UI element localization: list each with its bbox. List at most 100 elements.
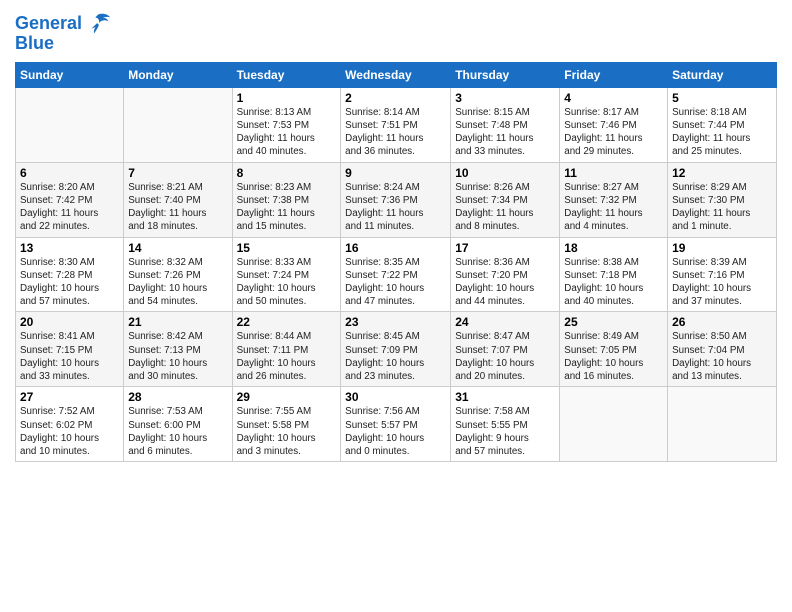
day-detail: Sunrise: 8:47 AM Sunset: 7:07 PM Dayligh… [455,331,534,382]
day-detail: Sunrise: 7:55 AM Sunset: 5:58 PM Dayligh… [237,406,316,457]
weekday-sunday: Sunday [16,62,124,87]
day-detail: Sunrise: 8:36 AM Sunset: 7:20 PM Dayligh… [455,257,534,308]
day-detail: Sunrise: 8:39 AM Sunset: 7:16 PM Dayligh… [672,257,751,308]
day-cell [560,387,668,462]
day-cell: 22Sunrise: 8:44 AM Sunset: 7:11 PM Dayli… [232,312,341,387]
day-cell: 10 Sunrise: 8:26 AM Sunset: 7:34 PM Dayli… [451,162,560,237]
day-number: 21 [128,315,227,329]
day-cell: 5Sunrise: 8:18 AM Sunset: 7:44 PM Daylig… [668,87,777,162]
weekday-tuesday: Tuesday [232,62,341,87]
day-cell [16,87,124,162]
day-detail: Sunrise: 8:49 AM Sunset: 7:05 PM Dayligh… [564,331,643,382]
day-detail: Sunrise: 8:32 AM Sunset: 7:26 PM Dayligh… [128,257,207,308]
day-cell: 13 Sunrise: 8:30 AM Sunset: 7:28 PM Dayli… [16,237,124,312]
logo-text: General [15,14,82,34]
day-number: 11 [564,166,663,180]
day-number: 4 [564,91,663,105]
day-cell: 31Sunrise: 7:58 AM Sunset: 5:55 PM Dayli… [451,387,560,462]
day-cell: 6 Sunrise: 8:20 AM Sunset: 7:42 PM Daylig… [16,162,124,237]
day-detail: Sunrise: 8:35 AM Sunset: 7:22 PM Dayligh… [345,257,424,308]
day-cell: 30 Sunrise: 7:56 AM Sunset: 5:57 PM Dayli… [341,387,451,462]
day-detail: Sunrise: 8:26 AM Sunset: 7:34 PM Dayligh… [455,182,533,233]
day-detail: Sunrise: 8:42 AM Sunset: 7:13 PM Dayligh… [128,331,207,382]
day-cell: 21 Sunrise: 8:42 AM Sunset: 7:13 PM Dayli… [124,312,232,387]
day-number: 16 [345,241,446,255]
header: General Blue [15,10,777,54]
day-cell: 24 Sunrise: 8:47 AM Sunset: 7:07 PM Dayli… [451,312,560,387]
day-detail: Sunrise: 8:21 AM Sunset: 7:40 PM Dayligh… [128,182,206,233]
day-cell: 8Sunrise: 8:23 AM Sunset: 7:38 PM Daylig… [232,162,341,237]
day-number: 25 [564,315,663,329]
day-cell: 16 Sunrise: 8:35 AM Sunset: 7:22 PM Dayli… [341,237,451,312]
day-detail: Sunrise: 8:14 AM Sunset: 7:51 PM Dayligh… [345,107,423,158]
day-number: 10 [455,166,555,180]
day-cell: 25 Sunrise: 8:49 AM Sunset: 7:05 PM Dayli… [560,312,668,387]
day-detail: Sunrise: 8:27 AM Sunset: 7:32 PM Dayligh… [564,182,642,233]
day-cell [668,387,777,462]
day-cell: 3 Sunrise: 8:15 AM Sunset: 7:48 PM Daylig… [451,87,560,162]
weekday-monday: Monday [124,62,232,87]
day-cell: 28Sunrise: 7:53 AM Sunset: 6:00 PM Dayli… [124,387,232,462]
day-number: 20 [20,315,119,329]
day-cell: 11 Sunrise: 8:27 AM Sunset: 7:32 PM Dayli… [560,162,668,237]
day-cell: 4 Sunrise: 8:17 AM Sunset: 7:46 PM Daylig… [560,87,668,162]
day-number: 12 [672,166,772,180]
day-detail: Sunrise: 7:52 AM Sunset: 6:02 PM Dayligh… [20,406,99,457]
day-number: 24 [455,315,555,329]
day-cell: 14 Sunrise: 8:32 AM Sunset: 7:26 PM Dayli… [124,237,232,312]
weekday-saturday: Saturday [668,62,777,87]
day-cell: 7 Sunrise: 8:21 AM Sunset: 7:40 PM Daylig… [124,162,232,237]
day-number: 13 [20,241,119,255]
day-cell: 27Sunrise: 7:52 AM Sunset: 6:02 PM Dayli… [16,387,124,462]
day-number: 5 [672,91,772,105]
page: General Blue SundayMondayTuesdayWednesda… [0,0,792,612]
day-number: 18 [564,241,663,255]
day-cell: 1Sunrise: 8:13 AM Sunset: 7:53 PM Daylig… [232,87,341,162]
week-row-5: 27Sunrise: 7:52 AM Sunset: 6:02 PM Dayli… [16,387,777,462]
day-detail: Sunrise: 8:50 AM Sunset: 7:04 PM Dayligh… [672,331,751,382]
day-number: 28 [128,390,227,404]
day-cell: 26 Sunrise: 8:50 AM Sunset: 7:04 PM Dayli… [668,312,777,387]
calendar-table: SundayMondayTuesdayWednesdayThursdayFrid… [15,62,777,462]
day-cell: 2Sunrise: 8:14 AM Sunset: 7:51 PM Daylig… [341,87,451,162]
day-detail: Sunrise: 8:45 AM Sunset: 7:09 PM Dayligh… [345,331,424,382]
day-number: 9 [345,166,446,180]
weekday-wednesday: Wednesday [341,62,451,87]
day-cell: 12 Sunrise: 8:29 AM Sunset: 7:30 PM Dayli… [668,162,777,237]
day-number: 15 [237,241,337,255]
day-number: 14 [128,241,227,255]
week-row-4: 20 Sunrise: 8:41 AM Sunset: 7:15 PM Dayli… [16,312,777,387]
day-number: 6 [20,166,119,180]
day-number: 3 [455,91,555,105]
day-detail: Sunrise: 8:38 AM Sunset: 7:18 PM Dayligh… [564,257,643,308]
day-number: 7 [128,166,227,180]
day-detail: Sunrise: 8:41 AM Sunset: 7:15 PM Dayligh… [20,331,99,382]
day-detail: Sunrise: 7:56 AM Sunset: 5:57 PM Dayligh… [345,406,424,457]
day-number: 30 [345,390,446,404]
day-cell: 20 Sunrise: 8:41 AM Sunset: 7:15 PM Dayli… [16,312,124,387]
day-number: 22 [237,315,337,329]
day-number: 26 [672,315,772,329]
day-number: 17 [455,241,555,255]
day-detail: Sunrise: 7:58 AM Sunset: 5:55 PM Dayligh… [455,406,530,457]
day-detail: Sunrise: 8:33 AM Sunset: 7:24 PM Dayligh… [237,257,316,308]
week-row-2: 6 Sunrise: 8:20 AM Sunset: 7:42 PM Daylig… [16,162,777,237]
day-detail: Sunrise: 8:30 AM Sunset: 7:28 PM Dayligh… [20,257,99,308]
day-cell: 9 Sunrise: 8:24 AM Sunset: 7:36 PM Daylig… [341,162,451,237]
week-row-1: 1Sunrise: 8:13 AM Sunset: 7:53 PM Daylig… [16,87,777,162]
logo: General Blue [15,10,112,54]
week-row-3: 13 Sunrise: 8:30 AM Sunset: 7:28 PM Dayli… [16,237,777,312]
day-number: 19 [672,241,772,255]
day-cell: 18 Sunrise: 8:38 AM Sunset: 7:18 PM Dayli… [560,237,668,312]
day-detail: Sunrise: 8:29 AM Sunset: 7:30 PM Dayligh… [672,182,750,233]
day-cell: 29 Sunrise: 7:55 AM Sunset: 5:58 PM Dayli… [232,387,341,462]
day-detail: Sunrise: 8:17 AM Sunset: 7:46 PM Dayligh… [564,107,642,158]
day-cell: 17 Sunrise: 8:36 AM Sunset: 7:20 PM Dayli… [451,237,560,312]
day-detail: Sunrise: 8:15 AM Sunset: 7:48 PM Dayligh… [455,107,533,158]
weekday-thursday: Thursday [451,62,560,87]
day-number: 29 [237,390,337,404]
day-cell: 15 Sunrise: 8:33 AM Sunset: 7:24 PM Dayli… [232,237,341,312]
day-cell: 23Sunrise: 8:45 AM Sunset: 7:09 PM Dayli… [341,312,451,387]
day-detail: Sunrise: 8:20 AM Sunset: 7:42 PM Dayligh… [20,182,98,233]
day-detail: Sunrise: 8:24 AM Sunset: 7:36 PM Dayligh… [345,182,423,233]
